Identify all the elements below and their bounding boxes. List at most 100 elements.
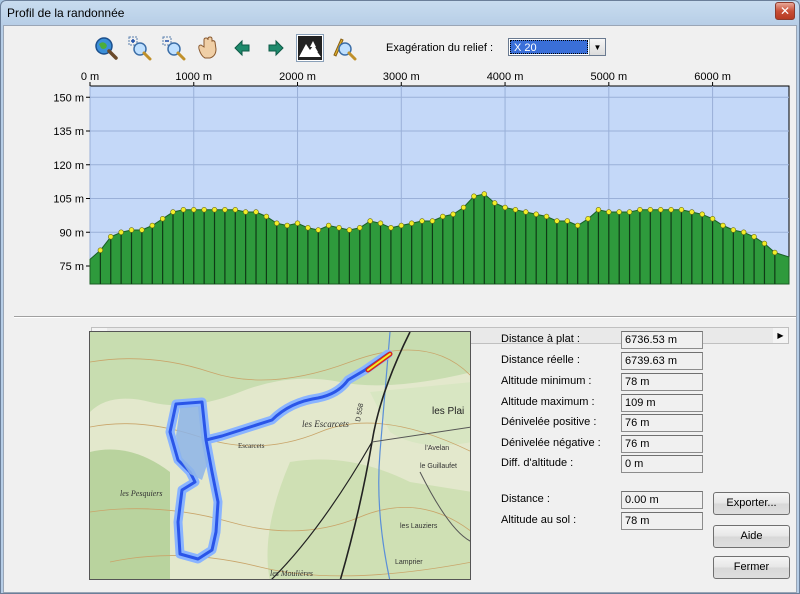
measure-magnifier-icon — [333, 38, 357, 61]
zoom-out-button[interactable] — [160, 34, 188, 62]
hand-icon — [198, 36, 217, 59]
route-map-svg[interactable]: les Escarcets les Plai les Pesquiers les… — [90, 332, 471, 580]
altitude-diff-value: 0 m — [621, 455, 703, 473]
export-button[interactable]: Exporter... — [713, 492, 790, 515]
sample-point — [408, 220, 415, 226]
negative-elevation-label: Dénivelée négative : — [501, 437, 601, 449]
route-map[interactable]: les Escarcets les Plai les Pesquiers les… — [89, 331, 471, 580]
zoom-fit-button[interactable] — [92, 34, 120, 62]
flat-distance-label: Distance à plat : — [501, 333, 580, 345]
sample-point — [429, 218, 436, 224]
sample-point — [751, 234, 757, 240]
toolbar — [92, 32, 358, 64]
mountain-trees-icon — [298, 36, 322, 60]
relief-view-button[interactable] — [296, 34, 324, 62]
y-tick-label: 120 m — [53, 160, 84, 172]
sample-point — [512, 207, 519, 213]
sample-point — [595, 207, 602, 213]
forward-button[interactable] — [262, 34, 290, 62]
sample-point — [699, 211, 705, 217]
sample-point — [678, 207, 685, 213]
close-window-button[interactable]: ✕ — [775, 2, 795, 20]
sample-point — [284, 222, 290, 229]
x-tick-label: 3000 m — [383, 71, 420, 83]
sample-point — [564, 218, 571, 224]
y-tick-label: 90 m — [60, 227, 84, 239]
sample-point — [533, 211, 539, 217]
max-altitude-label: Altitude maximum : — [501, 396, 595, 408]
sample-point — [149, 222, 155, 229]
sample-point — [772, 249, 778, 256]
sample-point — [554, 218, 560, 224]
zoom-out-icon — [162, 36, 186, 61]
map-label: les Plai — [432, 406, 464, 417]
map-label: le Guillaufet — [420, 463, 457, 470]
sample-point — [170, 209, 176, 215]
max-altitude-value: 109 m — [621, 394, 703, 412]
relief-exaggeration-label: Exagération du relief : — [386, 42, 494, 54]
sample-point — [657, 207, 664, 213]
y-tick-label: 105 m — [53, 194, 84, 206]
sample-point — [481, 191, 487, 197]
sample-point — [294, 220, 301, 226]
chevron-down-icon[interactable]: ▼ — [589, 39, 605, 55]
client-area: Exagération du relief : X 20 ▼ 0 m 1000 m… — [3, 25, 797, 593]
sample-point — [232, 207, 238, 213]
sample-point — [741, 229, 747, 235]
elevation-profile-svg[interactable]: 0 m 1000 m 2000 m 3000 m 4000 m 5000 m 6000 m 1… — [4, 70, 796, 310]
back-button[interactable] — [228, 34, 256, 62]
sample-point — [274, 220, 280, 226]
sample-point — [263, 213, 270, 220]
sample-point — [709, 216, 716, 222]
sample-point — [108, 234, 114, 240]
sample-point — [637, 207, 643, 213]
sample-point — [315, 227, 321, 233]
map-label: les Moulières — [270, 569, 313, 578]
sample-point — [730, 227, 737, 233]
ground-altitude-label: Altitude au sol : — [501, 514, 577, 526]
x-tick-label: 0 m — [81, 71, 99, 83]
sample-point — [574, 222, 581, 229]
sample-point — [139, 227, 145, 233]
sample-point — [346, 227, 353, 233]
pan-button[interactable] — [194, 34, 222, 62]
map-label: les Pesquiers — [120, 489, 162, 498]
sample-point — [336, 225, 342, 231]
sample-point — [388, 225, 394, 231]
title-bar[interactable]: Profil de la randonnée ✕ — [1, 1, 799, 25]
scroll-right-icon[interactable]: ▶ — [773, 328, 788, 343]
sample-point — [398, 222, 404, 229]
sample-point — [720, 222, 726, 229]
sample-point — [606, 209, 612, 215]
arrow-left-icon — [234, 39, 250, 57]
sample-point — [305, 225, 311, 231]
measure-button[interactable] — [330, 34, 358, 62]
x-tick-label: 6000 m — [694, 71, 731, 83]
y-tick-label: 75 m — [60, 261, 84, 273]
zoom-in-button[interactable] — [126, 34, 154, 62]
sample-point — [616, 209, 622, 215]
map-label: l'Avelan — [425, 445, 449, 452]
y-tick-label: 135 m — [53, 126, 84, 138]
sample-point — [689, 209, 695, 215]
positive-elevation-value: 76 m — [621, 414, 703, 432]
x-tick-label: 2000 m — [279, 71, 316, 83]
close-button[interactable]: Fermer — [713, 556, 790, 579]
min-altitude-label: Altitude minimum : — [501, 375, 592, 387]
sample-point — [491, 200, 498, 206]
elevation-profile-chart[interactable]: 0 m 1000 m 2000 m 3000 m 4000 m 5000 m 6000 m 1… — [4, 70, 796, 344]
profile-window: Profil de la randonnée ✕ Exagération du … — [0, 0, 800, 594]
sample-point — [626, 209, 633, 215]
sample-point — [180, 207, 187, 213]
sample-point — [440, 213, 446, 220]
relief-exaggeration-select[interactable]: X 20 ▼ — [508, 38, 606, 56]
separator — [14, 316, 796, 318]
sample-point — [450, 211, 456, 217]
sample-point — [191, 207, 197, 213]
y-tick-label: 150 m — [53, 92, 84, 104]
help-button[interactable]: Aide — [713, 525, 790, 548]
x-tick-label: 1000 m — [175, 71, 212, 83]
relief-exaggeration-value: X 20 — [510, 40, 588, 54]
sample-point — [543, 213, 550, 220]
ground-altitude-value: 78 m — [621, 512, 703, 530]
